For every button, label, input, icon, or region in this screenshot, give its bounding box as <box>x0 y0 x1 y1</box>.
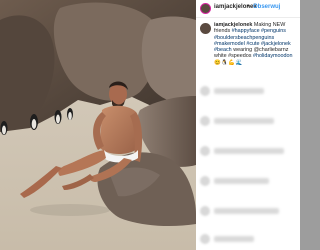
comment-avatar <box>200 116 210 126</box>
username-link[interactable]: iamjackjelonek <box>214 4 257 10</box>
instagram-post-embed: iamjackjelonek • Obserwuj iamjackjelonek… <box>0 0 300 250</box>
photo-illustration <box>0 0 196 250</box>
comment-text-blurred <box>214 148 284 154</box>
comment-avatar <box>200 176 210 186</box>
post-photo[interactable] <box>0 0 196 250</box>
user-avatar[interactable] <box>200 3 211 14</box>
post-header: iamjackjelonek • Obserwuj <box>196 0 300 18</box>
comment-avatar <box>200 206 210 216</box>
comment-avatar <box>200 86 210 96</box>
comment-text-blurred <box>214 236 254 242</box>
comment-text-blurred <box>214 118 274 124</box>
comment-avatar <box>200 234 210 244</box>
caption-username[interactable]: iamjackjelonek <box>214 22 252 28</box>
comment-text-blurred <box>214 88 264 94</box>
comment-text-blurred <box>214 208 279 214</box>
comment-text-blurred <box>214 178 269 184</box>
caption: iamjackjelonek Making NEW friends #happy… <box>214 22 298 66</box>
emoji-row: 😊🐧💪🌊 <box>214 59 243 66</box>
caption-hashtags-2[interactable]: #holidaymoodon <box>253 53 293 59</box>
comment-avatar <box>200 146 210 156</box>
separator-dot: • <box>247 4 250 10</box>
post-side-panel: iamjackjelonek • Obserwuj iamjackjelonek… <box>196 0 300 250</box>
follow-button[interactable]: Obserwuj <box>253 4 280 10</box>
caption-avatar[interactable] <box>200 23 211 34</box>
